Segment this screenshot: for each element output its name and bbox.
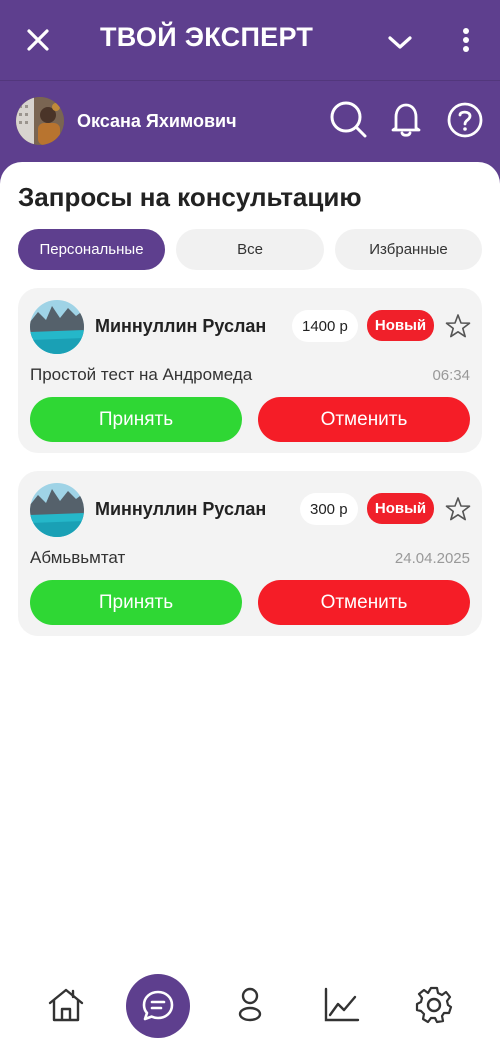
more-menu-icon[interactable]	[452, 24, 480, 56]
client-name: Миннуллин Руслан	[95, 499, 267, 519]
request-description: Абмьвьмтат	[30, 548, 126, 567]
bottom-navigation	[0, 970, 500, 1058]
client-avatar	[30, 483, 84, 537]
help-icon[interactable]	[446, 101, 484, 139]
profile-icon[interactable]	[230, 985, 270, 1025]
bell-icon[interactable]	[386, 99, 426, 139]
tab-all[interactable]: Все	[176, 229, 324, 270]
chat-icon	[142, 990, 174, 1021]
accept-button[interactable]: Принять	[30, 580, 242, 625]
request-time: 06:34	[432, 367, 470, 384]
chart-icon[interactable]	[321, 985, 361, 1025]
page-title: Запросы на консультацию	[18, 182, 362, 212]
home-icon[interactable]	[46, 985, 86, 1025]
request-card[interactable]: Миннуллин Руслан 300 р Новый Абмьвьмтат …	[18, 471, 482, 636]
tab-personal[interactable]: Персональные	[18, 229, 165, 270]
accept-button[interactable]: Принять	[30, 397, 242, 442]
client-avatar	[30, 300, 84, 354]
request-card[interactable]: Миннуллин Руслан 1400 р Новый Простой те…	[18, 288, 482, 453]
top-app-bar: ТВОЙ ЭКСПЕРТ	[0, 0, 500, 80]
client-name: Миннуллин Руслан	[95, 316, 267, 336]
price-tag: 1400 р	[292, 310, 358, 342]
star-icon[interactable]	[445, 313, 471, 339]
settings-icon[interactable]	[414, 985, 454, 1025]
main-content: Запросы на консультацию Персональные Все…	[0, 162, 500, 1058]
request-description: Простой тест на Андромеда	[30, 365, 253, 384]
system-home-bar	[0, 1048, 500, 1058]
reject-button[interactable]: Отменить	[258, 397, 470, 442]
app-title: ТВОЙ ЭКСПЕРТ	[100, 22, 314, 52]
chevron-down-icon[interactable]	[384, 26, 416, 58]
close-icon[interactable]	[22, 24, 54, 56]
user-name: Оксана Яхимович	[77, 111, 237, 131]
price-tag: 300 р	[300, 493, 358, 525]
status-badge: Новый	[367, 310, 434, 341]
status-badge: Новый	[367, 493, 434, 524]
nav-chat-button[interactable]	[126, 974, 190, 1038]
star-icon[interactable]	[445, 496, 471, 522]
tab-favorites[interactable]: Избранные	[335, 229, 482, 270]
search-icon[interactable]	[328, 99, 368, 139]
reject-button[interactable]: Отменить	[258, 580, 470, 625]
user-avatar[interactable]	[16, 97, 64, 145]
user-bar: Оксана Яхимович	[0, 81, 500, 166]
request-time: 24.04.2025	[394, 550, 470, 567]
